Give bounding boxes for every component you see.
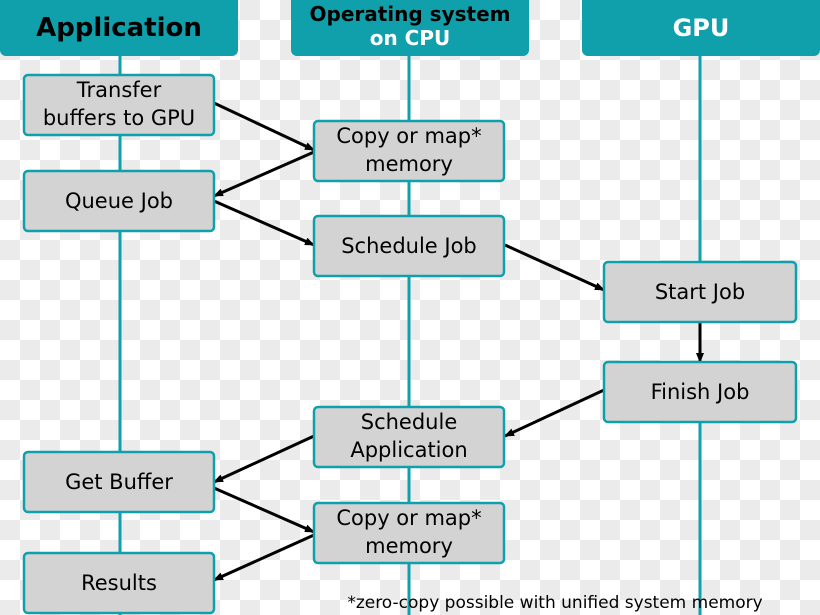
step-start-job: Start Job: [602, 260, 798, 324]
gpu-job-sequence-diagram: Application Operating systemon CPU GPU Tra…: [0, 0, 820, 615]
step-get-buffer: Get Buffer: [22, 450, 216, 514]
step-label: memory: [365, 534, 453, 558]
step-label: Schedule: [361, 410, 458, 434]
step-label: Finish Job: [651, 380, 750, 404]
lane-header-gpu: GPU: [582, 0, 820, 56]
step-label: Application: [350, 438, 467, 462]
step-copy-or-map-memory: Copy or map* memory: [312, 119, 506, 183]
step-label: Copy or map*: [336, 506, 481, 530]
lane-header-operating-system: Operating systemon CPU: [291, 0, 529, 56]
step-schedule-job: Schedule Job: [312, 214, 506, 278]
step-results: Results: [22, 551, 216, 615]
step-label: Start Job: [655, 280, 745, 304]
step-finish-job: Finish Job: [602, 360, 798, 424]
step-transfer-buffers: Transfer buffers to GPU: [22, 73, 216, 137]
step-schedule-application: Schedule Application: [312, 405, 506, 469]
lane-title: Application: [36, 13, 202, 43]
step-label: memory: [365, 152, 453, 176]
step-copy-or-map-memory-2: Copy or map* memory: [312, 501, 506, 565]
step-label: Copy or map*: [336, 124, 481, 148]
step-label: Schedule Job: [341, 234, 477, 258]
lane-title: on CPU: [370, 26, 451, 50]
step-label: buffers to GPU: [43, 106, 195, 130]
lane-title: GPU: [673, 14, 730, 42]
lane-title: Operating system: [310, 2, 511, 26]
lane-header-application: Application: [0, 0, 238, 56]
step-label: Results: [81, 571, 157, 595]
step-queue-job: Queue Job: [22, 169, 216, 233]
footnote: *zero-copy possible with unified system …: [347, 593, 762, 613]
step-label: Get Buffer: [65, 470, 173, 494]
step-label: Queue Job: [65, 189, 173, 213]
step-label: Transfer: [76, 78, 162, 102]
